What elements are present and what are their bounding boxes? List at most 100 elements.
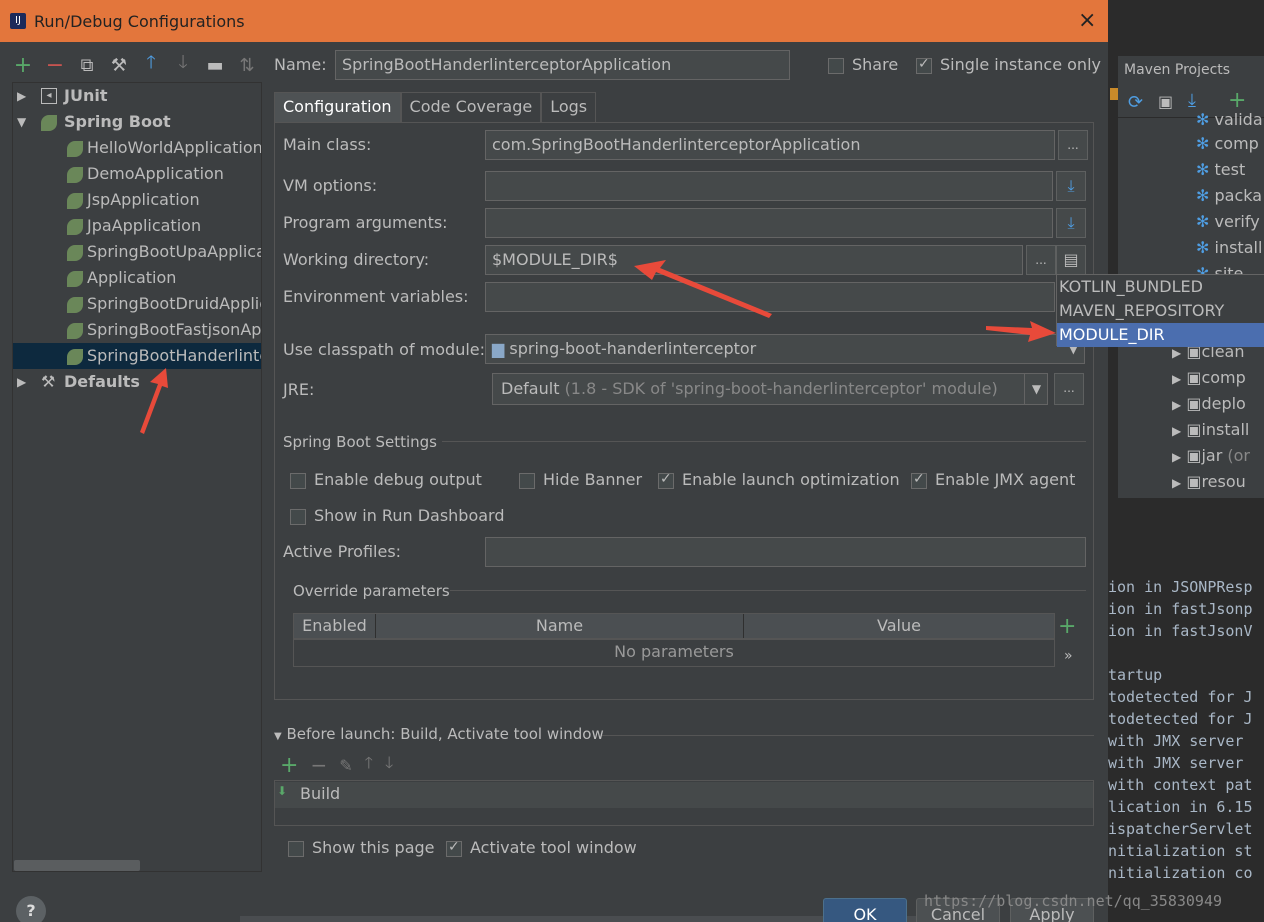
vm-options-input[interactable] — [485, 171, 1053, 201]
jre-browse-button[interactable]: ... — [1054, 373, 1084, 405]
add-icon[interactable]: + — [12, 53, 34, 78]
tree-item[interactable]: JpaApplication — [13, 213, 261, 239]
macro-option[interactable]: KOTLIN_BUNDLED — [1057, 275, 1264, 299]
show-page-checkbox[interactable]: Show this page — [288, 838, 435, 857]
maven-plugin[interactable]: ▶ ▣install — [1172, 420, 1249, 439]
main-class-browse-button[interactable]: ... — [1058, 130, 1088, 160]
maven-plugin[interactable]: ▶ ▣comp — [1172, 368, 1246, 387]
spring-leaf-icon — [67, 244, 83, 261]
jre-label: JRE: — [283, 380, 315, 399]
tree-item[interactable]: JspApplication — [13, 187, 261, 213]
tree-item[interactable]: SpringBootUpaApplicati — [13, 239, 261, 265]
before-launch-title[interactable]: ▼ Before launch: Build, Activate tool wi… — [274, 725, 604, 743]
macro-popup: KOTLIN_BUNDLED MAVEN_REPOSITORY MODULE_D… — [1056, 274, 1264, 347]
folder-icon[interactable]: ▬ — [204, 55, 226, 76]
move-down-icon[interactable]: 🡓 — [385, 752, 393, 779]
copy-icon[interactable]: ⧉ — [76, 55, 98, 76]
main-class-input[interactable]: com.SpringBootHanderlinterceptorApplicat… — [485, 130, 1055, 160]
tab-logs[interactable]: Logs — [541, 92, 597, 122]
checkbox-icon — [290, 472, 306, 489]
macro-option[interactable]: MAVEN_REPOSITORY — [1057, 299, 1264, 323]
add-parameter-icon[interactable]: + — [1058, 614, 1076, 639]
collapse-arrow-icon: ▼ — [274, 731, 282, 742]
wrench-icon[interactable]: ⚒ — [108, 55, 130, 76]
maven-goal[interactable]: ✻ packa — [1196, 186, 1262, 205]
maven-plugin[interactable]: ▶ ▣deplo — [1172, 394, 1246, 413]
active-profiles-input[interactable] — [485, 537, 1086, 567]
remove-icon[interactable]: − — [310, 753, 327, 777]
run-dashboard-checkbox[interactable]: Show in Run Dashboard — [290, 506, 505, 525]
tab-configuration[interactable]: Configuration — [274, 92, 401, 122]
expand-arrow-icon[interactable]: ▶ — [17, 83, 31, 109]
hide-banner-checkbox[interactable]: Hide Banner — [519, 470, 642, 489]
name-label: Name: — [274, 55, 327, 74]
tree-node-junit[interactable]: ▶ ◂ JUnit — [13, 83, 261, 109]
build-icon: ⬇ — [277, 784, 288, 798]
expand-editor-icon[interactable]: ⤓ — [1056, 171, 1086, 201]
help-button[interactable]: ? — [16, 896, 46, 922]
tree-item[interactable]: SpringBootDruidApplic — [13, 291, 261, 317]
plugin-icon: ▣ — [1186, 394, 1202, 413]
console-output: ion in JSONPResp ion in fastJsonp ion in… — [1108, 556, 1264, 922]
chevron-down-icon[interactable]: ▼ — [1024, 374, 1048, 404]
tree-item[interactable]: DemoApplication — [13, 161, 261, 187]
download-icon[interactable]: ⤓ — [1188, 90, 1196, 111]
maven-goal[interactable]: ✻ valida — [1196, 110, 1263, 129]
tree-horizontal-scrollbar[interactable] — [14, 860, 140, 871]
before-launch-task[interactable]: ⬇ Build — [275, 782, 1093, 808]
expand-arrow-icon: ▶ — [1172, 424, 1182, 438]
column-enabled[interactable]: Enabled — [294, 614, 376, 638]
folder-icon[interactable]: ▣ — [1158, 92, 1173, 111]
debug-output-checkbox[interactable]: Enable debug output — [290, 470, 482, 489]
refresh-icon[interactable]: ⟳ — [1128, 92, 1143, 113]
tree-item[interactable]: Application — [13, 265, 261, 291]
edit-icon[interactable]: ✎ — [339, 756, 352, 775]
share-checkbox[interactable]: Share — [828, 55, 898, 74]
name-input[interactable]: SpringBootHanderlinterceptorApplication — [335, 50, 790, 80]
gear-icon: ✻ — [1196, 212, 1210, 231]
expand-arrow-icon[interactable]: ▶ — [17, 369, 31, 395]
launch-optimization-checkbox[interactable]: Enable launch optimization — [658, 470, 900, 489]
more-icon[interactable]: » — [1064, 648, 1073, 664]
activate-tool-window-checkbox[interactable]: Activate tool window — [446, 838, 637, 857]
tree-item[interactable]: SpringBootFastjsonApp — [13, 317, 261, 343]
classpath-module-label: Use classpath of module: — [283, 340, 486, 359]
maven-plugin[interactable]: ▶ ▣jar (or — [1172, 446, 1250, 465]
single-instance-checkbox[interactable]: Single instance only — [916, 55, 1101, 74]
collapse-arrow-icon[interactable]: ▼ — [17, 109, 31, 135]
spring-leaf-icon — [67, 192, 83, 209]
sort-icon[interactable]: ⇅ — [236, 55, 258, 76]
spring-leaf-icon — [67, 140, 83, 157]
checkbox-icon — [519, 472, 535, 489]
column-name[interactable]: Name — [376, 614, 744, 638]
program-arguments-input[interactable] — [485, 208, 1053, 238]
ok-button[interactable]: OK — [823, 898, 907, 922]
maven-plugin[interactable]: ▶ ▣resou — [1172, 472, 1246, 491]
add-icon[interactable]: + — [280, 753, 298, 778]
tree-item[interactable]: HelloWorldApplication — [13, 135, 261, 161]
macro-icon[interactable]: ▤ — [1056, 245, 1086, 275]
expand-arrow-icon: ▶ — [1172, 476, 1182, 490]
jmx-agent-checkbox[interactable]: Enable JMX agent — [911, 470, 1075, 489]
environment-variables-label: Environment variables: — [283, 287, 469, 306]
maven-goal[interactable]: ✻ comp — [1196, 134, 1259, 153]
remove-icon[interactable]: − — [44, 53, 66, 78]
wrench-icon: ⚒ — [41, 372, 56, 391]
move-down-icon[interactable]: 🡓 — [172, 50, 194, 80]
column-value[interactable]: Value — [744, 614, 1054, 638]
working-directory-browse-button[interactable]: ... — [1026, 245, 1056, 275]
move-up-icon[interactable]: 🡑 — [365, 752, 373, 779]
plugin-icon: ▣ — [1186, 420, 1202, 439]
macro-option-selected[interactable]: MODULE_DIR — [1057, 323, 1264, 347]
maven-goal[interactable]: ✻ verify — [1196, 212, 1260, 231]
tab-code-coverage[interactable]: Code Coverage — [400, 92, 542, 122]
maven-goal[interactable]: ✻ test — [1196, 160, 1245, 179]
plugin-icon: ▣ — [1186, 368, 1202, 387]
close-icon[interactable]: × — [1078, 8, 1096, 33]
expand-editor-icon[interactable]: ⤓ — [1056, 208, 1086, 238]
tree-node-spring-boot[interactable]: ▼ Spring Boot — [13, 109, 261, 135]
jre-select[interactable]: Default (1.8 - SDK of 'spring-boot-hande… — [492, 373, 1048, 405]
maven-goal[interactable]: ✻ install — [1196, 238, 1262, 257]
spring-leaf-icon — [67, 270, 83, 287]
move-up-icon[interactable]: 🡑 — [140, 50, 162, 80]
